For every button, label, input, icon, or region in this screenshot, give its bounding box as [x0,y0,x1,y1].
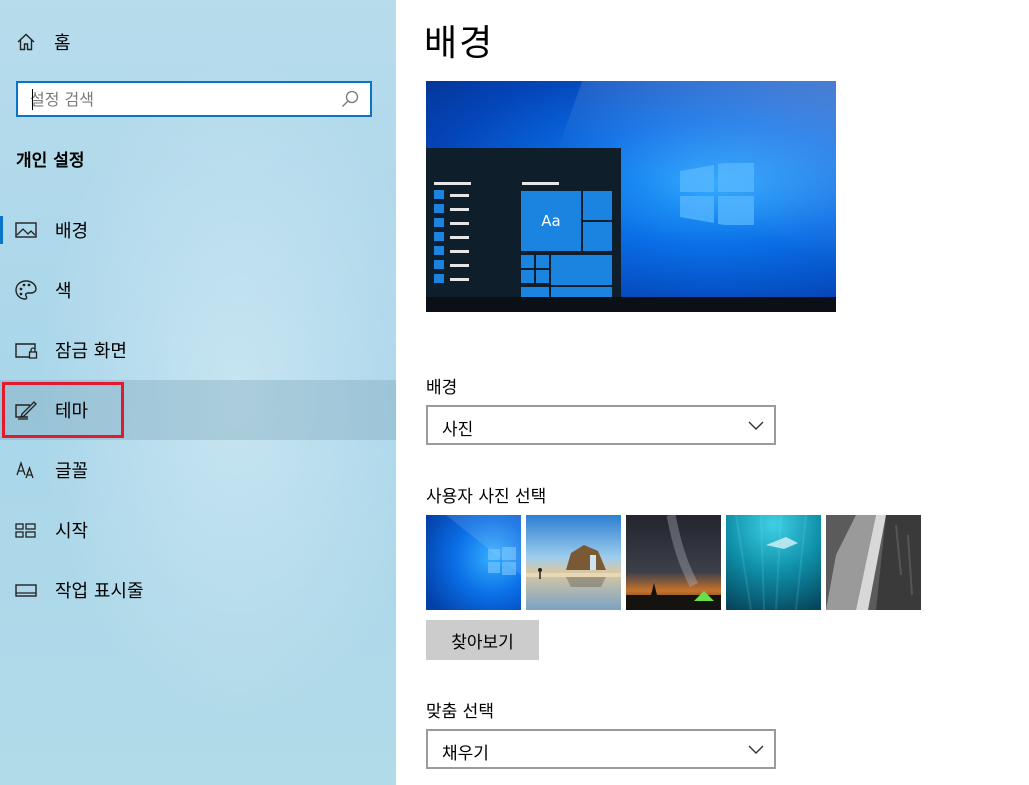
menu-line [522,182,559,185]
menu-line [450,250,469,253]
tile [551,255,612,285]
search-icon[interactable] [340,89,360,109]
tile [551,287,612,297]
start-menu-preview: Aa [426,148,621,297]
fit-value: 채우기 [442,744,489,764]
menu-line [450,278,469,281]
desktop-preview: Aa [426,81,836,312]
sidebar-item-label: 시작 [55,521,89,542]
main-content: 배경 Aa 배경 사진 사용자 사진 선택 찾아보기 맞춤 선택 채우기 [396,0,1029,785]
tile [521,255,534,268]
tile-aa: Aa [521,191,581,251]
home-label: 홈 [54,33,71,54]
font-icon [16,460,34,479]
menu-line [450,208,469,211]
underwater-image [726,515,821,610]
picture-thumbnails [426,515,926,610]
search-box[interactable] [16,81,372,117]
menu-line [434,182,471,185]
preview-taskbar [426,297,836,312]
background-label: 배경 [426,378,458,398]
menu-square [434,232,444,241]
menu-square [434,260,444,269]
menu-line [450,222,469,225]
tile [583,222,612,251]
tile [521,270,534,283]
sidebar-item-background[interactable]: 배경 [0,200,396,260]
rock-cliff-image [826,515,921,610]
menu-square [434,204,444,213]
sidebar-item-lock-screen[interactable]: 잠금 화면 [0,320,396,380]
sidebar-item-label: 색 [55,281,72,302]
page-title: 배경 [424,23,495,64]
fit-label: 맞춤 선택 [426,702,494,722]
fit-dropdown[interactable]: 채우기 [426,729,776,769]
theme-brush-icon [15,401,37,420]
taskbar-icon [15,584,37,597]
picture-thumbnail-cliff[interactable] [826,515,921,610]
menu-square [434,246,444,255]
tile [521,287,549,297]
section-title: 개인 설정 [16,151,85,171]
picture-thumbnail-beach[interactable] [526,515,621,610]
picture-thumbnail-night[interactable] [626,515,721,610]
choose-picture-label: 사용자 사진 선택 [426,487,547,507]
home-icon [17,33,35,51]
sidebar-item-label: 작업 표시줄 [55,581,144,602]
browse-button[interactable]: 찾아보기 [426,620,539,660]
lock-screen-icon [15,343,38,359]
menu-square [434,190,444,199]
text-caret [32,89,33,110]
sidebar-item-fonts[interactable]: 글꼴 [0,440,396,500]
menu-line [450,236,469,239]
sidebar: 홈 개인 설정 배경 색 잠금 화면 [0,0,396,785]
tile [583,191,612,220]
sidebar-item-label: 테마 [55,401,89,422]
windows-logo-icon [680,163,754,225]
beach-rock-image [526,515,621,610]
chevron-down-icon [748,421,764,430]
picture-icon [15,222,37,238]
sidebar-item-label: 잠금 화면 [55,341,127,362]
sidebar-item-colors[interactable]: 색 [0,260,396,320]
tile [536,255,549,268]
sidebar-item-themes[interactable]: 테마 [0,380,396,440]
picture-thumbnail-underwater[interactable] [726,515,821,610]
chevron-down-icon [748,745,764,754]
sidebar-item-label: 글꼴 [55,461,89,482]
tile [536,270,549,283]
start-icon [15,523,36,538]
palette-icon [15,280,37,300]
picture-thumbnail-windows-blue[interactable] [426,515,521,610]
menu-square [434,274,444,283]
menu-line [450,264,469,267]
search-input[interactable] [18,83,340,115]
sidebar-item-label: 배경 [55,221,89,242]
sidebar-item-taskbar[interactable]: 작업 표시줄 [0,560,396,620]
background-value: 사진 [442,420,474,440]
menu-line [450,194,469,197]
home-link[interactable]: 홈 [16,28,71,56]
background-dropdown[interactable]: 사진 [426,405,776,445]
milky-way-image [626,515,721,610]
sidebar-item-start[interactable]: 시작 [0,500,396,560]
menu-square [434,218,444,227]
windows-wallpaper-image [426,515,521,610]
